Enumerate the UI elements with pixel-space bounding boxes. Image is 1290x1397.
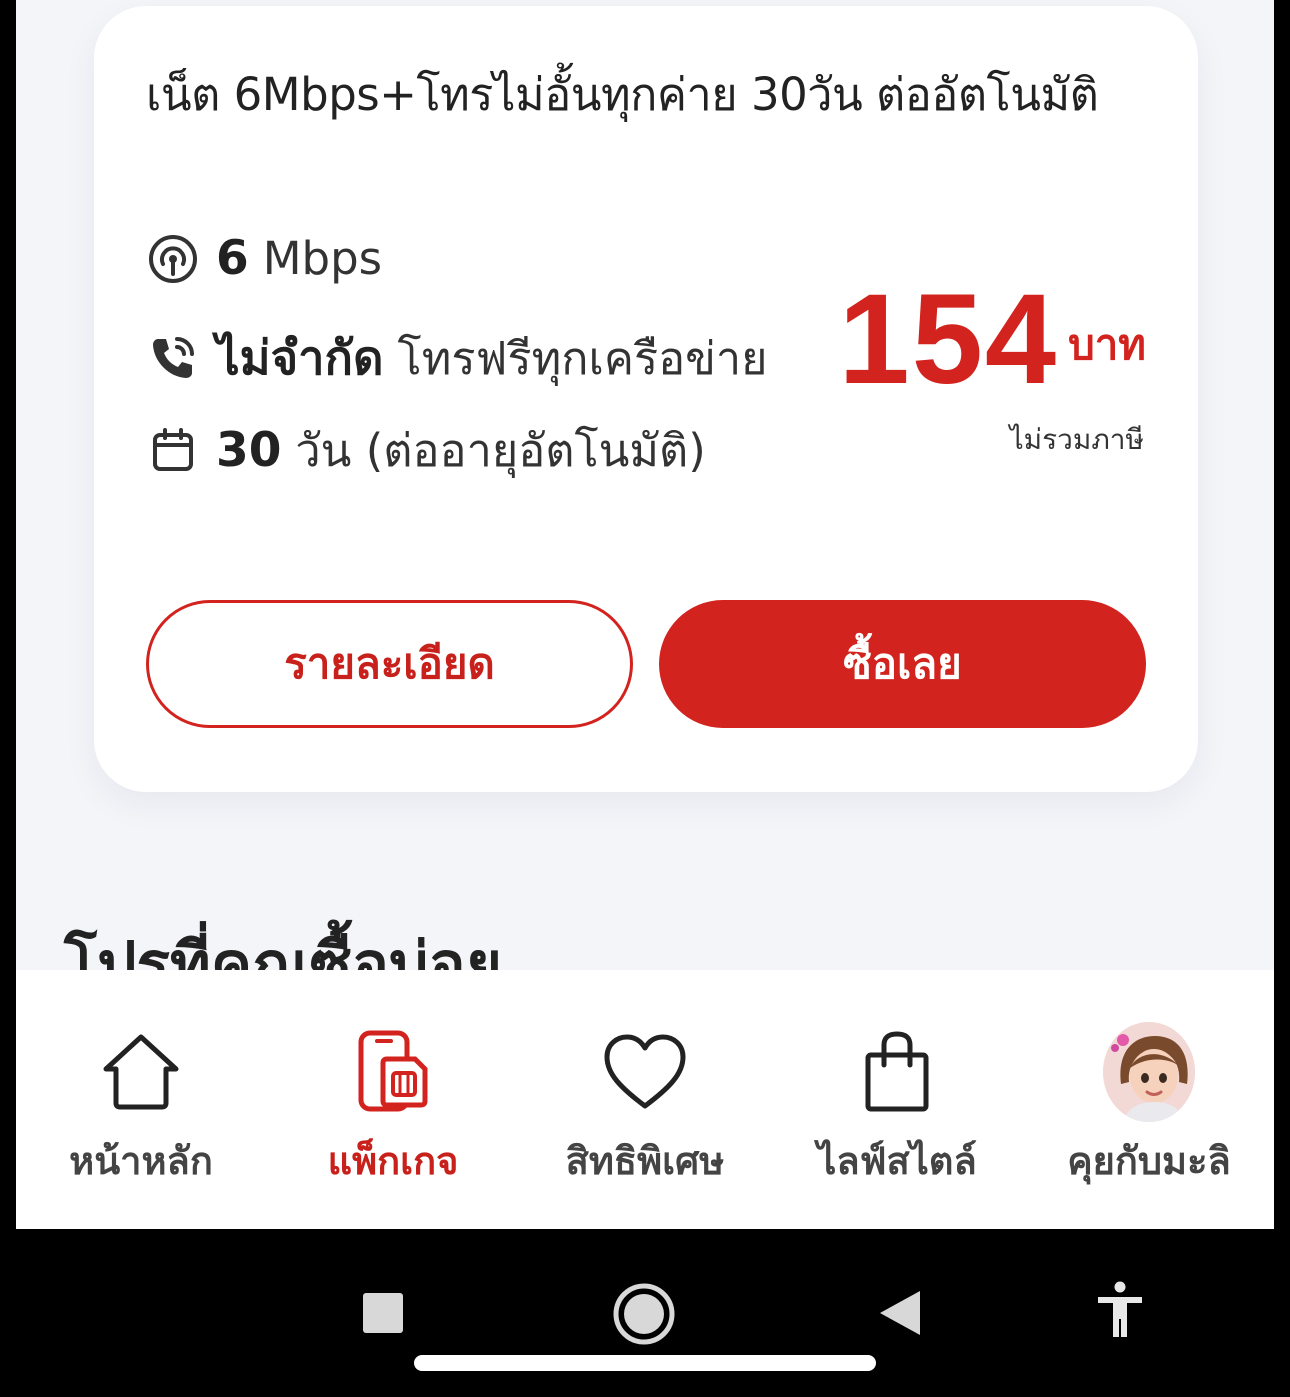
price-unit: บาท xyxy=(1068,320,1146,369)
vat-note: ไม่รวมภาษี xyxy=(1009,423,1144,456)
calendar-icon xyxy=(148,425,198,475)
phone-call-icon xyxy=(148,333,198,383)
feature-duration: 30 วัน (ต่ออายุอัตโนมัติ) xyxy=(148,414,706,486)
app-screen: เน็ต 6Mbps+โทรไม่อั้นทุกค่าย 30วัน ต่ออั… xyxy=(16,0,1274,1229)
call-limit: ไม่จำกัด xyxy=(216,331,384,386)
back-button[interactable] xyxy=(878,1289,922,1337)
nav-label-home: หน้าหลัก xyxy=(69,1139,213,1183)
avatar-icon xyxy=(1103,1022,1195,1122)
package-card: เน็ต 6Mbps+โทรไม่อั้นทุกค่าย 30วัน ต่ออั… xyxy=(94,6,1198,792)
nav-label-privileges: สิทธิพิเศษ xyxy=(565,1139,725,1183)
home-icon xyxy=(95,1026,187,1118)
nav-label-chat-mali: คุยกับมะลิ xyxy=(1067,1139,1231,1183)
nav-item-package[interactable]: แพ็กเกจ xyxy=(268,970,518,1229)
call-description: โทรฟรีทุกเครือข่าย xyxy=(397,331,768,385)
price-value: 154 xyxy=(838,268,1059,411)
nav-label-lifestyle: ไลฟ์สไตล์ xyxy=(817,1139,977,1183)
buy-button[interactable]: ซื้อเลย xyxy=(659,600,1146,728)
nav-item-home[interactable]: หน้าหลัก xyxy=(16,970,266,1229)
gesture-handle[interactable] xyxy=(414,1355,876,1371)
sim-package-icon xyxy=(347,1026,439,1118)
nav-label-package: แพ็กเกจ xyxy=(327,1139,459,1183)
package-title: เน็ต 6Mbps+โทรไม่อั้นทุกค่าย 30วัน ต่ออั… xyxy=(146,68,1099,121)
system-navigation-bar xyxy=(0,1229,1290,1397)
nav-item-lifestyle[interactable]: ไลฟ์สไตล์ xyxy=(772,970,1022,1229)
signal-icon xyxy=(148,234,198,284)
bottom-nav: หน้าหลัก แพ็กเกจ สิทธิพิเศษ ไลฟ์สไตล์ คุ… xyxy=(16,970,1274,1229)
nav-item-chat-mali[interactable]: คุยกับมะลิ xyxy=(1024,970,1274,1229)
recent-apps-button[interactable] xyxy=(362,1292,404,1334)
feature-speed: 6 Mbps xyxy=(148,231,382,286)
home-system-button[interactable] xyxy=(612,1282,676,1346)
accessibility-icon[interactable] xyxy=(1094,1281,1146,1339)
speed-value: 6 xyxy=(216,231,249,286)
detail-button[interactable]: รายละเอียด xyxy=(146,600,633,728)
duration-description: วัน (ต่ออายุอัตโนมัติ) xyxy=(295,424,706,477)
speed-unit: Mbps xyxy=(262,232,383,285)
heart-icon xyxy=(599,1026,691,1118)
duration-value: 30 xyxy=(216,422,282,478)
shopping-bag-icon xyxy=(851,1026,943,1118)
nav-item-privileges[interactable]: สิทธิพิเศษ xyxy=(520,970,770,1229)
price: 154 บาท xyxy=(839,276,1147,404)
feature-call: ไม่จำกัด โทรฟรีทุกเครือข่าย xyxy=(148,320,768,395)
